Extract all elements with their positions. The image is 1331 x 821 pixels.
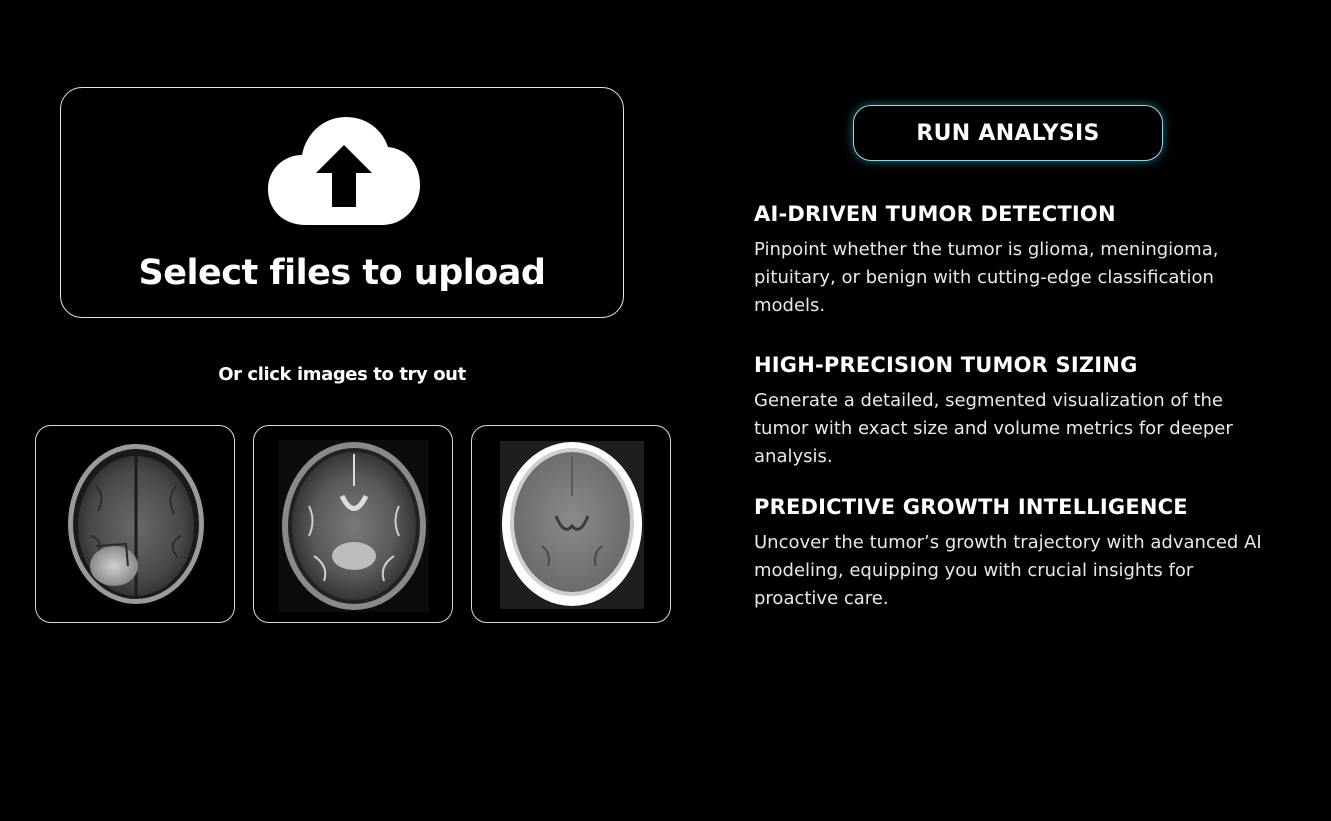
feature-tumor-detection: AI-DRIVEN TUMOR DETECTION Pinpoint wheth…: [754, 200, 1274, 320]
upload-title: Select files to upload: [138, 253, 546, 293]
sample-image-mri-t2[interactable]: [253, 425, 453, 623]
try-samples-label: Or click images to try out: [218, 364, 466, 385]
feature-growth-intelligence: PREDICTIVE GROWTH INTELLIGENCE Uncover t…: [754, 493, 1274, 613]
sample-images: [35, 425, 675, 625]
run-analysis-button[interactable]: RUN ANALYSIS: [853, 105, 1163, 161]
feature-title: AI-DRIVEN TUMOR DETECTION: [754, 202, 1116, 226]
feature-description: Generate a detailed, segmented visualiza…: [754, 390, 1233, 467]
mri-t2-scan-image: [279, 440, 429, 612]
feature-description: Pinpoint whether the tumor is glioma, me…: [754, 239, 1219, 316]
feature-description: Uncover the tumor’s growth trajectory wi…: [754, 532, 1262, 609]
feature-title: PREDICTIVE GROWTH INTELLIGENCE: [754, 495, 1188, 519]
feature-tumor-sizing: HIGH-PRECISION TUMOR SIZING Generate a d…: [754, 351, 1274, 471]
cloud-upload-icon: [268, 117, 420, 225]
feature-title: HIGH-PRECISION TUMOR SIZING: [754, 353, 1138, 377]
sample-image-ct[interactable]: [471, 425, 671, 623]
mri-t1-scan-image: [68, 444, 204, 604]
page: Select files to upload Or click images t…: [0, 0, 1331, 821]
upload-dropzone[interactable]: Select files to upload: [60, 87, 624, 318]
ct-scan-image: [500, 441, 644, 609]
sample-image-mri-t1[interactable]: [35, 425, 235, 623]
